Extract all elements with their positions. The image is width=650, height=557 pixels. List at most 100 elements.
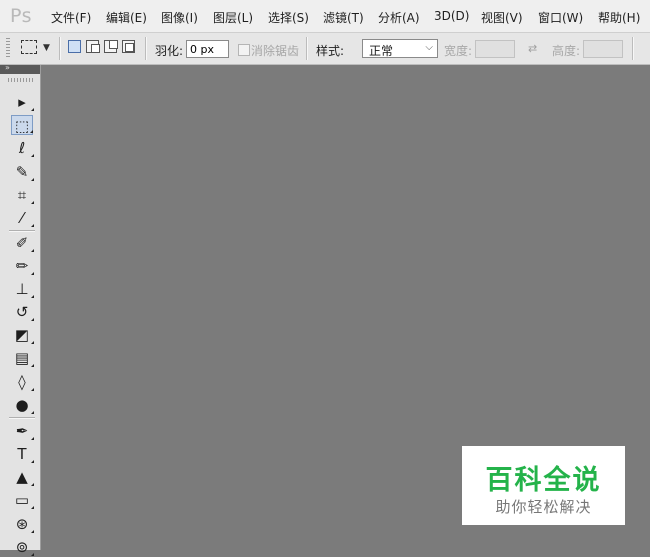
width-input[interactable] xyxy=(475,40,515,58)
style-select[interactable]: 正常 ⌵ xyxy=(362,39,438,58)
gradient-tool[interactable]: ▤ xyxy=(11,348,34,368)
type-tool[interactable]: T xyxy=(11,444,34,464)
width-label: 宽度: xyxy=(444,44,473,58)
menu-help[interactable]: 帮助(H) xyxy=(598,9,640,26)
blur-tool-icon: ◊ xyxy=(18,373,26,391)
add-selection-icon xyxy=(91,44,100,53)
photoshop-logo: Ps xyxy=(10,5,33,27)
tool-group-indicator xyxy=(30,130,33,133)
eraser-tool[interactable]: ◩ xyxy=(11,325,34,345)
quick-selection-tool[interactable]: ✎ xyxy=(11,162,34,182)
move-tool-icon: ▸ xyxy=(18,93,26,111)
expand-panel-icon[interactable]: » xyxy=(5,63,10,72)
dodge-tool[interactable]: ● xyxy=(11,395,34,415)
quick-selection-tool-icon: ✎ xyxy=(15,163,29,181)
style-label: 样式: xyxy=(316,44,345,58)
menu-window[interactable]: 窗口(W) xyxy=(538,9,583,26)
3d-orbit-tool-icon: ⊚ xyxy=(15,538,29,556)
3d-rotate-tool-icon: ⊛ xyxy=(15,515,29,533)
dodge-tool-icon: ● xyxy=(15,396,29,414)
divider xyxy=(59,37,61,60)
tool-group-indicator xyxy=(31,178,34,181)
height-label: 高度: xyxy=(552,44,581,58)
tool-group-indicator xyxy=(31,201,34,204)
path-selection-tool[interactable]: ▲ xyxy=(11,467,34,487)
tool-group-indicator xyxy=(31,318,34,321)
divider xyxy=(632,37,634,60)
tool-group-indicator xyxy=(31,108,34,111)
crop-tool-icon: ⌗ xyxy=(17,186,27,204)
move-tool[interactable]: ▸ xyxy=(11,92,34,112)
tool-group-indicator xyxy=(31,411,34,414)
tool-preset-icon[interactable] xyxy=(21,40,37,54)
menu-edit[interactable]: 编辑(E) xyxy=(106,9,147,26)
brush-tool-icon: ✏ xyxy=(15,257,29,275)
type-tool-icon: T xyxy=(17,445,27,463)
watermark-title: 百科全说 xyxy=(485,465,602,496)
clone-stamp-tool-icon: ⊥ xyxy=(15,280,29,298)
options-bar: ▼ 羽化: 消除锯齿 样式: 正常 ⌵ 宽度: ⇄ 高度: xyxy=(0,33,650,65)
spot-healing-brush-tool-icon: ✐ xyxy=(15,234,29,252)
preset-dropdown-arrow-icon[interactable]: ▼ xyxy=(43,43,50,53)
watermark-logo: 百科全说 助你轻松解决 xyxy=(462,446,625,525)
divider xyxy=(306,37,308,60)
menu-image[interactable]: 图像(I) xyxy=(161,9,198,26)
tool-group-indicator xyxy=(31,364,34,367)
tools-panel-header[interactable]: » xyxy=(0,63,40,74)
3d-orbit-tool[interactable]: ⊚ xyxy=(11,537,34,557)
feather-input[interactable] xyxy=(186,40,229,58)
subtract-from-selection-button[interactable] xyxy=(104,40,118,53)
antialias-label: 消除锯齿 xyxy=(251,44,300,58)
tools-panel-grip[interactable] xyxy=(8,78,33,82)
divider xyxy=(145,37,147,60)
lasso-tool[interactable]: ℓ xyxy=(11,138,34,158)
antialias-checkbox[interactable] xyxy=(238,44,250,56)
clone-stamp-tool[interactable]: ⊥ xyxy=(11,279,34,299)
gradient-tool-icon: ▤ xyxy=(14,349,30,367)
tool-group-indicator xyxy=(31,154,34,157)
feather-label: 羽化: xyxy=(155,44,184,58)
chevron-down-icon: ⌵ xyxy=(425,42,433,53)
tool-group-indicator xyxy=(31,295,34,298)
menu-select[interactable]: 选择(S) xyxy=(268,9,309,26)
tool-group-indicator xyxy=(31,437,34,440)
brush-tool[interactable]: ✏ xyxy=(11,256,34,276)
height-input[interactable] xyxy=(583,40,623,58)
tool-group-indicator xyxy=(31,483,34,486)
pen-tool-icon: ✒ xyxy=(15,422,29,440)
menu-analysis[interactable]: 分析(A) xyxy=(378,9,420,26)
eraser-tool-icon: ◩ xyxy=(14,326,30,344)
options-bar-grip[interactable] xyxy=(6,38,10,58)
add-to-selection-button[interactable] xyxy=(86,40,100,53)
3d-rotate-tool[interactable]: ⊛ xyxy=(11,514,34,534)
menu-file[interactable]: 文件(F) xyxy=(51,9,91,26)
lasso-tool-icon: ℓ xyxy=(18,139,26,157)
rectangular-marquee-tool[interactable]: ⬚ xyxy=(11,115,33,135)
path-selection-tool-icon: ▲ xyxy=(16,468,28,486)
tools-divider xyxy=(9,417,35,419)
tool-group-indicator xyxy=(31,224,34,227)
spot-healing-brush-tool[interactable]: ✐ xyxy=(11,233,34,253)
tool-group-indicator xyxy=(31,341,34,344)
tool-group-indicator xyxy=(31,249,34,252)
swap-dimensions-icon[interactable]: ⇄ xyxy=(528,42,537,55)
crop-tool[interactable]: ⌗ xyxy=(11,185,34,205)
style-select-value: 正常 xyxy=(369,44,394,58)
eyedropper-tool[interactable]: ⁄ xyxy=(11,208,34,228)
blur-tool[interactable]: ◊ xyxy=(11,372,34,392)
menu-filter[interactable]: 滤镜(T) xyxy=(323,9,364,26)
history-brush-tool-icon: ↺ xyxy=(15,303,29,321)
tool-group-indicator xyxy=(31,553,34,556)
menu-bar: Ps 文件(F) 编辑(E) 图像(I) 图层(L) 选择(S) 滤镜(T) 分… xyxy=(0,0,650,33)
menu-view[interactable]: 视图(V) xyxy=(481,9,523,26)
tool-group-indicator xyxy=(31,506,34,509)
pen-tool[interactable]: ✒ xyxy=(11,421,34,441)
history-brush-tool[interactable]: ↺ xyxy=(11,302,34,322)
rectangle-shape-tool[interactable]: ▭ xyxy=(11,490,34,510)
intersect-selection-button[interactable] xyxy=(122,40,135,53)
menu-3d[interactable]: 3D(D) xyxy=(434,9,469,23)
new-selection-button[interactable] xyxy=(68,40,81,53)
menu-layer[interactable]: 图层(L) xyxy=(213,9,253,26)
tools-divider xyxy=(9,230,35,232)
rectangle-shape-tool-icon: ▭ xyxy=(14,491,30,509)
